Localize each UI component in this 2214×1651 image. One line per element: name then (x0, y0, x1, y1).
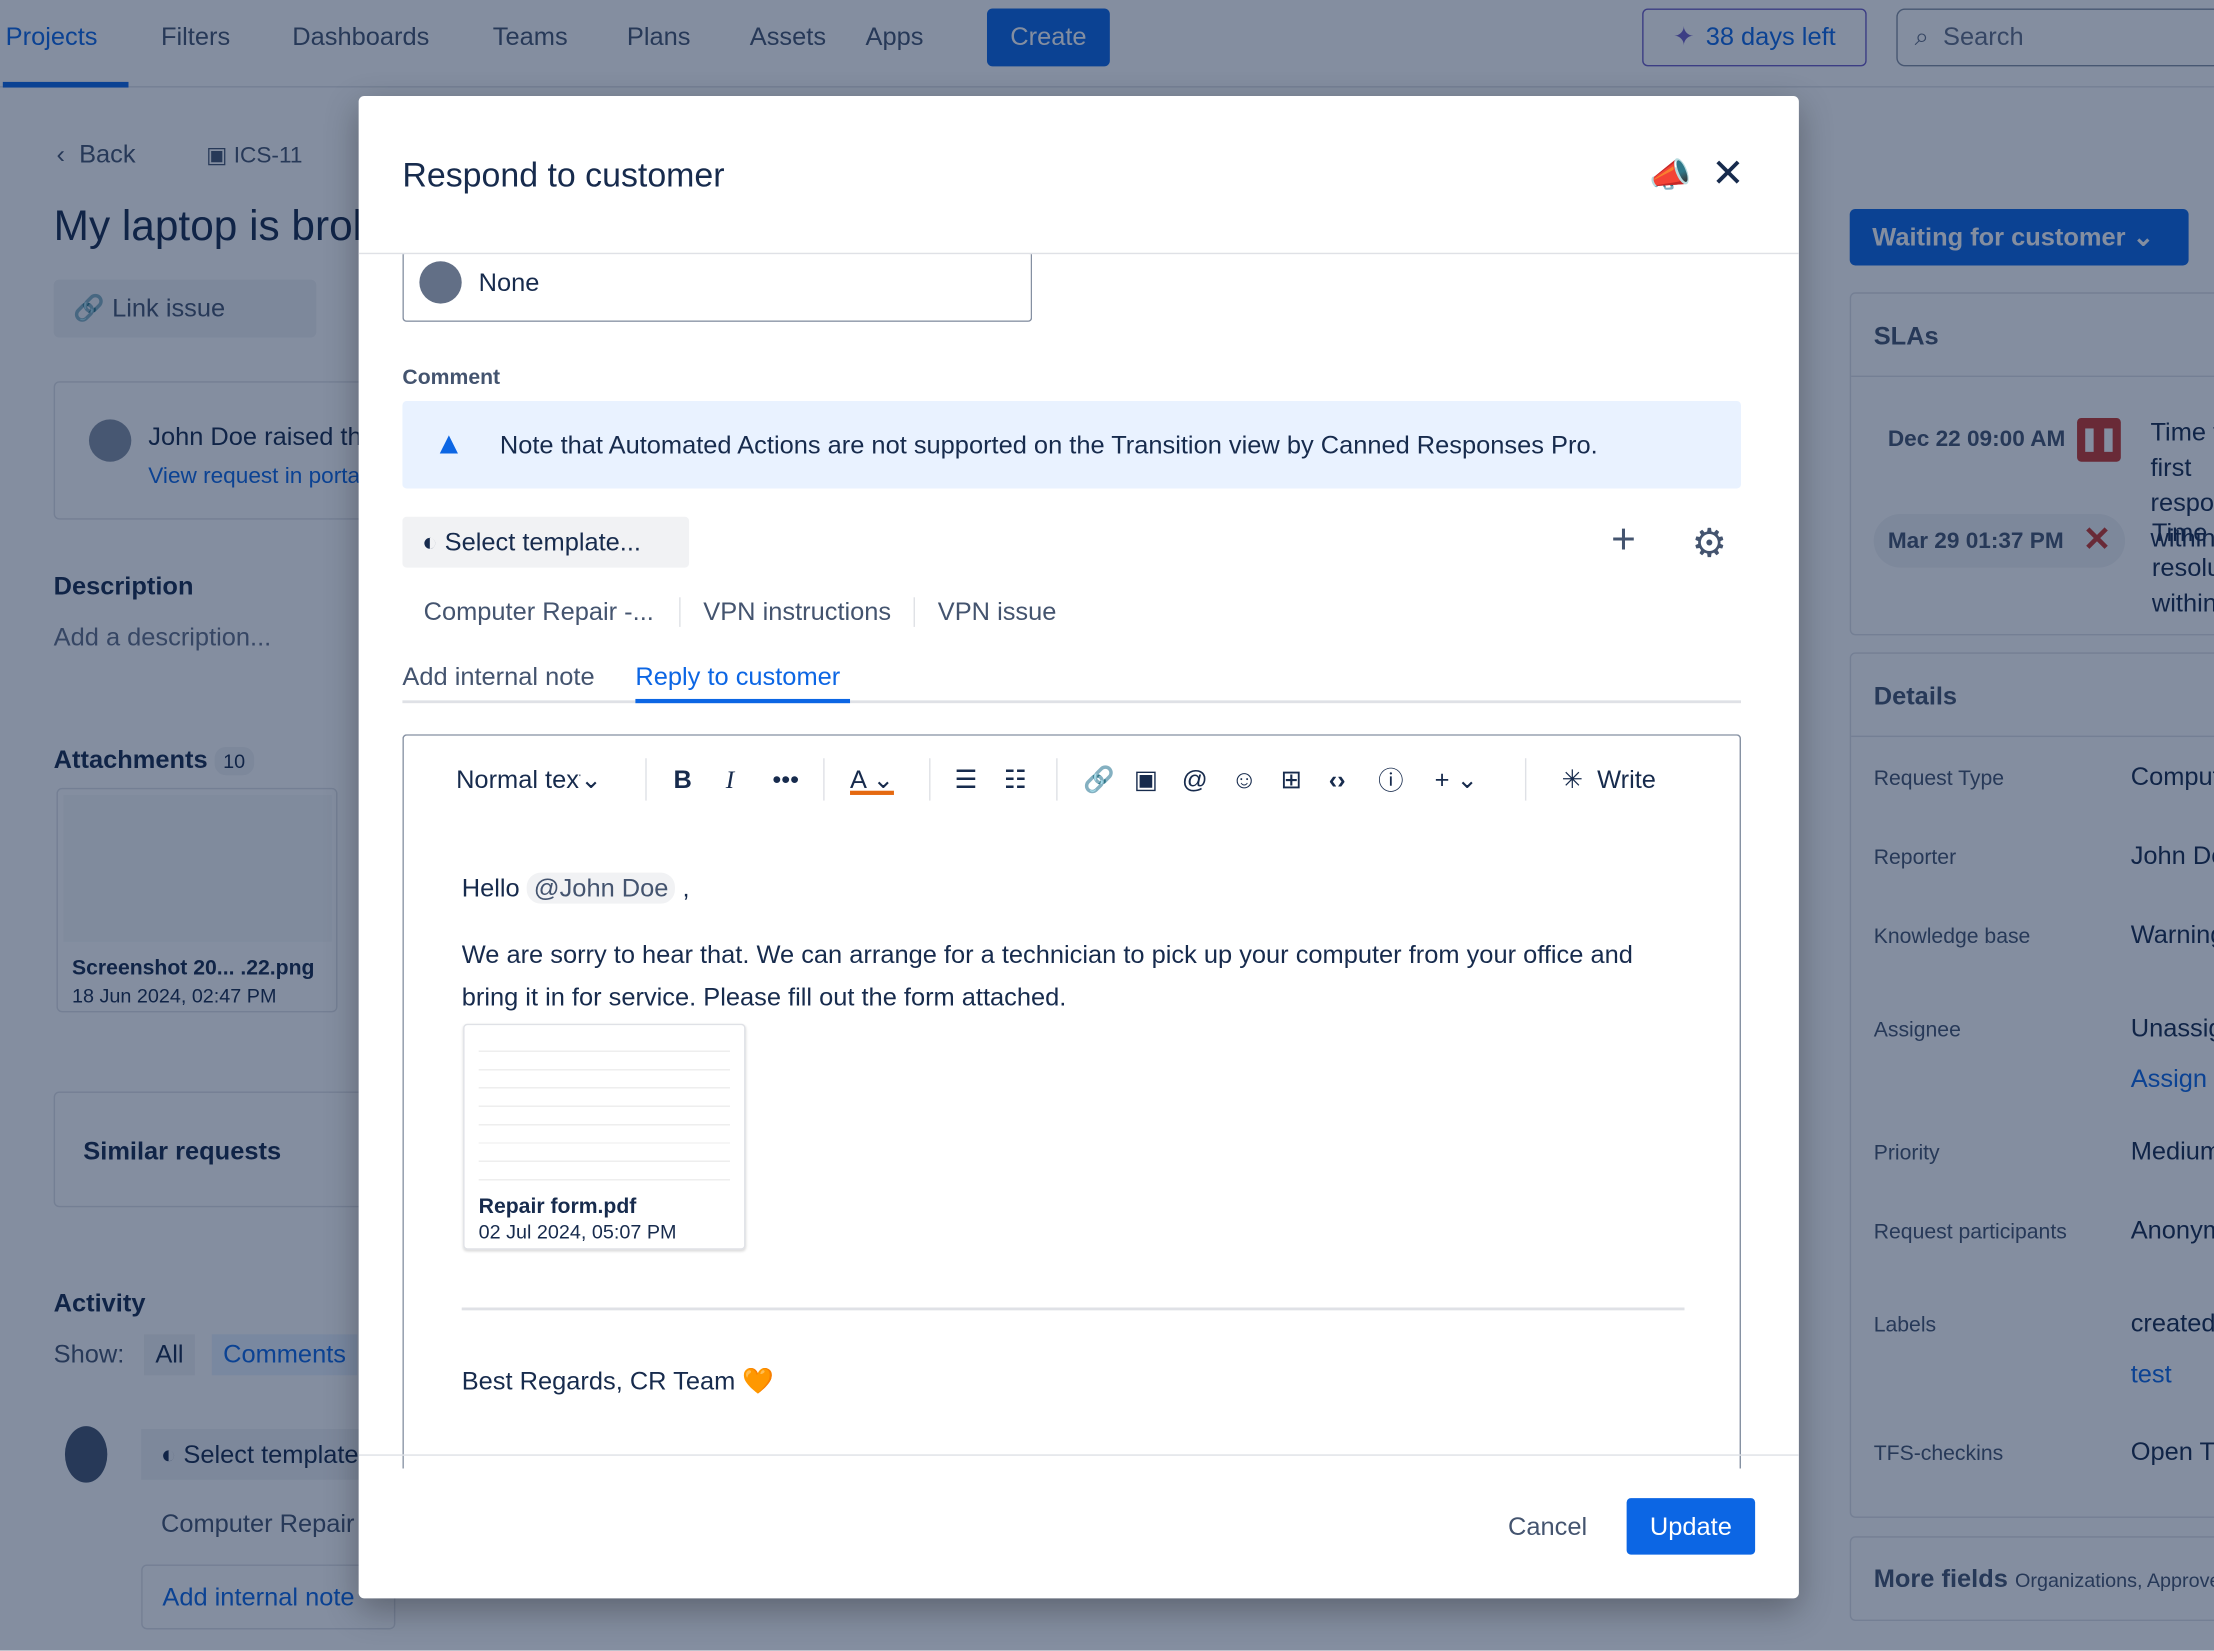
bullet-list-icon[interactable]: ☰ (955, 736, 978, 824)
info-banner: ▲ Note that Automated Actions are not su… (402, 401, 1741, 489)
gear-icon[interactable]: ⚙ (1692, 520, 1727, 567)
tab-add-internal-note[interactable]: Add internal note (402, 662, 594, 692)
divider (1524, 758, 1527, 801)
pdf-thumbnail (478, 1033, 731, 1184)
body-paragraph: We are sorry to hear that. We can arrang… (461, 940, 1633, 1011)
quick-template[interactable]: VPN instructions (681, 597, 916, 627)
text-color-icon[interactable]: A ⌄ (850, 736, 894, 824)
divider (823, 758, 825, 801)
numbered-list-icon[interactable]: ☷ (1004, 736, 1027, 824)
write-ai-button[interactable]: ✳ Write (1562, 736, 1656, 824)
bold-icon[interactable]: B (674, 736, 692, 824)
add-template-icon[interactable]: + (1611, 517, 1636, 565)
text-style-dropdown[interactable]: Normal text ⌄ (456, 736, 602, 824)
insert-more-icon[interactable]: + ⌄ (1435, 736, 1478, 824)
respond-modal: Respond to customer 📣 ✕ None Comment ▲ N… (358, 96, 1799, 1599)
active-tab-indicator (635, 698, 851, 704)
horizontal-rule (461, 1307, 1685, 1311)
cancel-button[interactable]: Cancel (1508, 1512, 1587, 1542)
ai-sparkle-icon: ✳ (1561, 764, 1583, 793)
image-icon[interactable]: ▣ (1134, 736, 1158, 824)
tab-reply-to-customer[interactable]: Reply to customer (635, 662, 840, 692)
greeting-line: Hello @John Doe , (461, 872, 690, 904)
select-template-button[interactable]: ◐ Select template... (402, 516, 690, 568)
editor[interactable]: Normal text ⌄ B I ••• A ⌄ ☰ ☷ 🔗 ▣ @ ☺ ⊞ ‹… (402, 734, 1741, 1469)
info-icon[interactable]: ⓘ (1378, 736, 1403, 824)
code-icon[interactable]: ‹› (1329, 736, 1346, 824)
update-button[interactable]: Update (1626, 1498, 1756, 1555)
link-icon[interactable]: 🔗 (1083, 736, 1115, 824)
more-formatting-icon[interactable]: ••• (772, 736, 799, 824)
template-icon: ◐ (422, 528, 438, 557)
comment-label: Comment (402, 365, 501, 390)
pdf-date: 02 Jul 2024, 05:07 PM (478, 1219, 677, 1243)
close-icon[interactable]: ✕ (1711, 150, 1744, 197)
select-field[interactable]: None (402, 254, 1033, 322)
banner-text: Note that Automated Actions are not supp… (499, 430, 1598, 459)
pdf-attachment[interactable]: Repair form.pdf 02 Jul 2024, 05:07 PM (463, 1023, 746, 1250)
quick-template[interactable]: VPN issue (915, 597, 1079, 627)
footer-divider (358, 1454, 1799, 1456)
megaphone-icon[interactable]: 📣 (1649, 155, 1691, 196)
quick-templates: Computer Repair -... VPN instructions VP… (424, 597, 1079, 627)
quick-template[interactable]: Computer Repair -... (424, 597, 681, 627)
signature: Best Regards, CR Team 🧡 (461, 1366, 775, 1396)
user-icon (419, 261, 462, 304)
warning-icon: ▲ (433, 425, 465, 461)
divider (1056, 758, 1058, 801)
emoji-icon[interactable]: ☺ (1231, 736, 1257, 824)
editor-toolbar: Normal text ⌄ B I ••• A ⌄ ☰ ☷ 🔗 ▣ @ ☺ ⊞ ‹… (404, 736, 1740, 824)
pdf-name: Repair form.pdf (478, 1194, 637, 1219)
mention-icon[interactable]: @ (1182, 736, 1208, 824)
select-value: None (478, 268, 540, 297)
divider (645, 758, 647, 801)
table-icon[interactable]: ⊞ (1281, 736, 1302, 824)
mention-chip[interactable]: @John Doe (526, 872, 676, 904)
italic-icon[interactable]: I (726, 736, 734, 824)
tabs-divider (402, 700, 1741, 704)
modal-title: Respond to customer (402, 156, 725, 195)
divider (929, 758, 931, 801)
